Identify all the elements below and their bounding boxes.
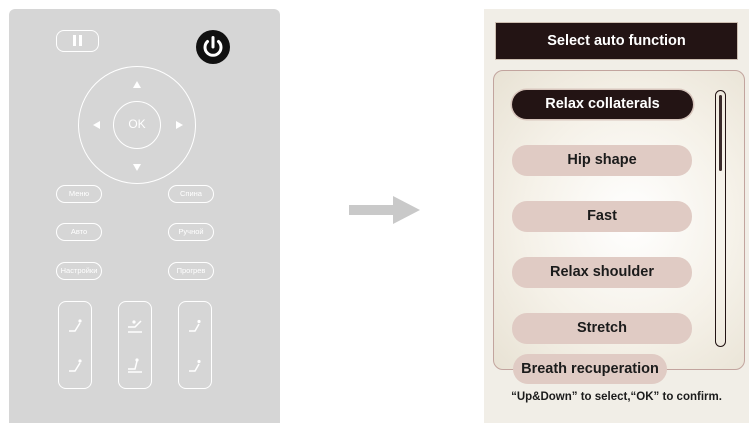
massage-chair-icon <box>69 359 82 372</box>
heating-button[interactable]: Прогрев <box>168 262 214 280</box>
direction-pad: OK <box>78 66 196 184</box>
arrow-right-icon <box>349 196 420 224</box>
menu-button[interactable]: Меню <box>56 185 102 203</box>
right-arrow-button[interactable] <box>176 121 183 129</box>
remote-control: OK Меню Спина Авто Ручной Настройки Прог… <box>9 9 280 423</box>
left-arrow-button[interactable] <box>93 121 100 129</box>
power-icon <box>203 36 223 57</box>
up-arrow-button[interactable] <box>133 81 141 88</box>
list-item-stretch[interactable]: Stretch <box>512 313 692 344</box>
list-item-relax-collaterals[interactable]: Relax collaterals <box>512 90 693 119</box>
massage-chair-icon <box>128 358 142 373</box>
function-list: Relax collaterals Hip shape Fast Relax s… <box>493 70 745 370</box>
pause-button[interactable] <box>56 30 99 52</box>
massage-chair-icon <box>189 319 201 332</box>
screen-title: Select auto function <box>495 22 738 60</box>
recline-button-right[interactable] <box>178 301 212 389</box>
list-item-breath-recuperation[interactable]: Breath recuperation <box>513 354 667 384</box>
list-item-fast[interactable]: Fast <box>512 201 692 232</box>
ok-button[interactable]: OK <box>113 101 161 149</box>
list-item-relax-shoulder[interactable]: Relax shoulder <box>512 257 692 288</box>
massage-chair-icon <box>128 320 142 333</box>
massage-chair-icon <box>189 359 201 372</box>
list-item-hip-shape[interactable]: Hip shape <box>512 145 692 176</box>
manual-button[interactable]: Ручной <box>168 223 214 241</box>
scrollbar[interactable] <box>715 90 726 347</box>
recline-button-left[interactable] <box>58 301 92 389</box>
scrollbar-thumb[interactable] <box>718 95 722 171</box>
settings-button[interactable]: Настройки <box>56 262 102 280</box>
down-arrow-button[interactable] <box>133 164 141 171</box>
back-button[interactable]: Спина <box>168 185 214 203</box>
auto-function-screen: Select auto function Relax collaterals H… <box>484 9 749 423</box>
massage-chair-icon <box>69 319 82 332</box>
recline-button-center[interactable] <box>118 301 152 389</box>
instruction-hint: “Up&Down” to select,“OK” to confirm. <box>511 391 722 403</box>
power-button[interactable] <box>196 30 230 64</box>
pause-icon <box>73 35 76 46</box>
auto-button[interactable]: Авто <box>56 223 102 241</box>
